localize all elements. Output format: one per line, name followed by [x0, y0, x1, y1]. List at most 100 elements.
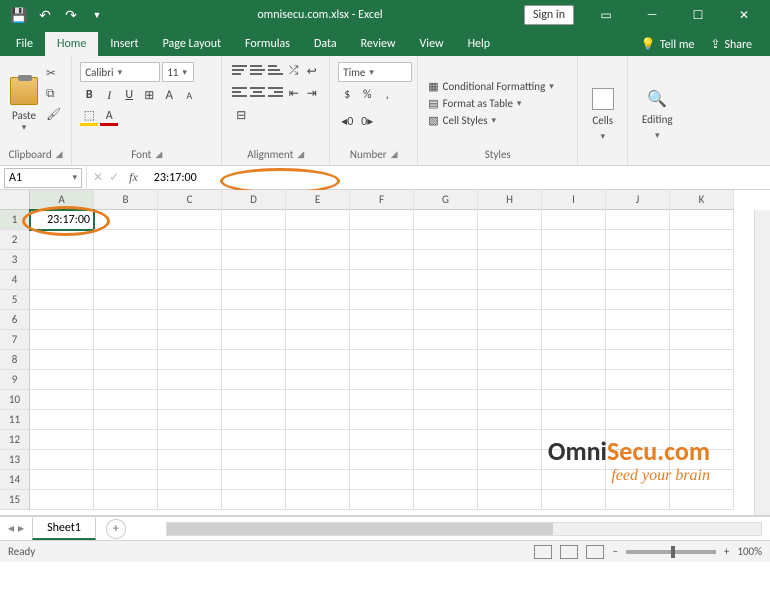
cell[interactable] — [670, 250, 734, 270]
cell[interactable] — [350, 490, 414, 510]
cell[interactable] — [350, 390, 414, 410]
percent-icon[interactable]: % — [358, 86, 376, 104]
cell[interactable] — [350, 430, 414, 450]
cell[interactable] — [414, 230, 478, 250]
cell[interactable] — [350, 350, 414, 370]
cell[interactable] — [414, 330, 478, 350]
sheet-tab[interactable]: Sheet1 — [32, 517, 96, 540]
cell[interactable] — [350, 270, 414, 290]
font-size-selector[interactable]: 11▾ — [162, 62, 194, 82]
align-center-icon[interactable] — [250, 84, 265, 100]
decrease-decimal-icon[interactable]: 0▸ — [358, 112, 376, 130]
cell[interactable] — [94, 410, 158, 430]
cell[interactable] — [606, 370, 670, 390]
align-middle-icon[interactable] — [250, 62, 265, 78]
row-header[interactable]: 7 — [0, 330, 30, 350]
dialog-launcher-icon[interactable]: ◢ — [155, 149, 162, 160]
cell[interactable] — [94, 230, 158, 250]
cell[interactable] — [222, 410, 286, 430]
cell[interactable] — [478, 310, 542, 330]
clipboard-icon[interactable] — [10, 77, 38, 105]
editing-button[interactable]: 🔍 Editing ▾ — [634, 60, 680, 163]
undo-icon[interactable]: ↶ — [34, 4, 56, 26]
cell[interactable] — [414, 430, 478, 450]
cell[interactable] — [478, 330, 542, 350]
cell[interactable] — [542, 250, 606, 270]
tab-insert[interactable]: Insert — [98, 32, 150, 56]
cell[interactable] — [606, 250, 670, 270]
cell[interactable] — [478, 350, 542, 370]
cell[interactable] — [286, 330, 350, 350]
cell[interactable] — [414, 270, 478, 290]
align-left-icon[interactable] — [232, 84, 247, 100]
cell[interactable] — [350, 230, 414, 250]
cell[interactable] — [158, 470, 222, 490]
cell[interactable] — [222, 390, 286, 410]
currency-icon[interactable]: $ — [338, 86, 356, 104]
cell[interactable] — [94, 450, 158, 470]
increase-font-icon[interactable]: A — [160, 86, 178, 104]
tab-data[interactable]: Data — [302, 32, 349, 56]
cell[interactable] — [222, 310, 286, 330]
cell[interactable] — [30, 410, 94, 430]
cell[interactable] — [542, 230, 606, 250]
save-icon[interactable]: 💾 — [8, 4, 30, 26]
cell[interactable] — [414, 350, 478, 370]
cell[interactable] — [30, 230, 94, 250]
cell[interactable] — [606, 350, 670, 370]
cell[interactable] — [542, 390, 606, 410]
cell[interactable] — [478, 250, 542, 270]
italic-button[interactable]: I — [100, 86, 118, 104]
cell[interactable] — [94, 250, 158, 270]
ribbon-display-options-icon[interactable]: ▭ — [584, 1, 628, 29]
cell[interactable] — [478, 390, 542, 410]
select-all-corner[interactable] — [0, 190, 30, 210]
cell[interactable] — [414, 290, 478, 310]
cell[interactable] — [542, 210, 606, 230]
cell[interactable] — [350, 450, 414, 470]
conditional-formatting-button[interactable]: ▦Conditional Formatting▾ — [424, 78, 571, 95]
cell[interactable] — [350, 330, 414, 350]
col-header[interactable]: B — [94, 190, 158, 210]
tab-file[interactable]: File — [4, 32, 45, 56]
normal-view-icon[interactable] — [534, 545, 552, 559]
cell[interactable] — [30, 450, 94, 470]
tab-help[interactable]: Help — [456, 32, 503, 56]
cell[interactable] — [414, 450, 478, 470]
cell[interactable] — [670, 330, 734, 350]
wrap-text-icon[interactable]: ↩ — [304, 62, 319, 80]
cell[interactable] — [158, 330, 222, 350]
cell[interactable] — [30, 290, 94, 310]
cell[interactable] — [478, 430, 542, 450]
cell[interactable] — [606, 490, 670, 510]
cell[interactable] — [222, 430, 286, 450]
cell[interactable] — [158, 390, 222, 410]
cell[interactable] — [542, 490, 606, 510]
cell[interactable] — [286, 490, 350, 510]
cell[interactable] — [670, 230, 734, 250]
cell[interactable] — [158, 310, 222, 330]
cell[interactable] — [670, 430, 734, 450]
cell[interactable] — [478, 370, 542, 390]
row-header[interactable]: 4 — [0, 270, 30, 290]
cell[interactable] — [478, 210, 542, 230]
dialog-launcher-icon[interactable]: ◢ — [391, 149, 398, 160]
cell[interactable] — [542, 350, 606, 370]
page-layout-view-icon[interactable] — [560, 545, 578, 559]
cell[interactable] — [478, 290, 542, 310]
sheet-nav-next-icon[interactable]: ▸ — [18, 521, 24, 536]
cell[interactable] — [158, 250, 222, 270]
cell[interactable] — [158, 430, 222, 450]
row-header[interactable]: 2 — [0, 230, 30, 250]
cell[interactable] — [94, 330, 158, 350]
cell[interactable] — [606, 330, 670, 350]
cell[interactable] — [606, 450, 670, 470]
cell[interactable] — [30, 350, 94, 370]
cell[interactable] — [478, 230, 542, 250]
redo-icon[interactable]: ↷ — [60, 4, 82, 26]
cell[interactable] — [286, 270, 350, 290]
cell[interactable] — [478, 470, 542, 490]
border-icon[interactable]: ⊞ — [140, 86, 158, 104]
cell-a1[interactable]: 23:17:00 — [30, 210, 94, 230]
tab-page-layout[interactable]: Page Layout — [151, 32, 233, 56]
